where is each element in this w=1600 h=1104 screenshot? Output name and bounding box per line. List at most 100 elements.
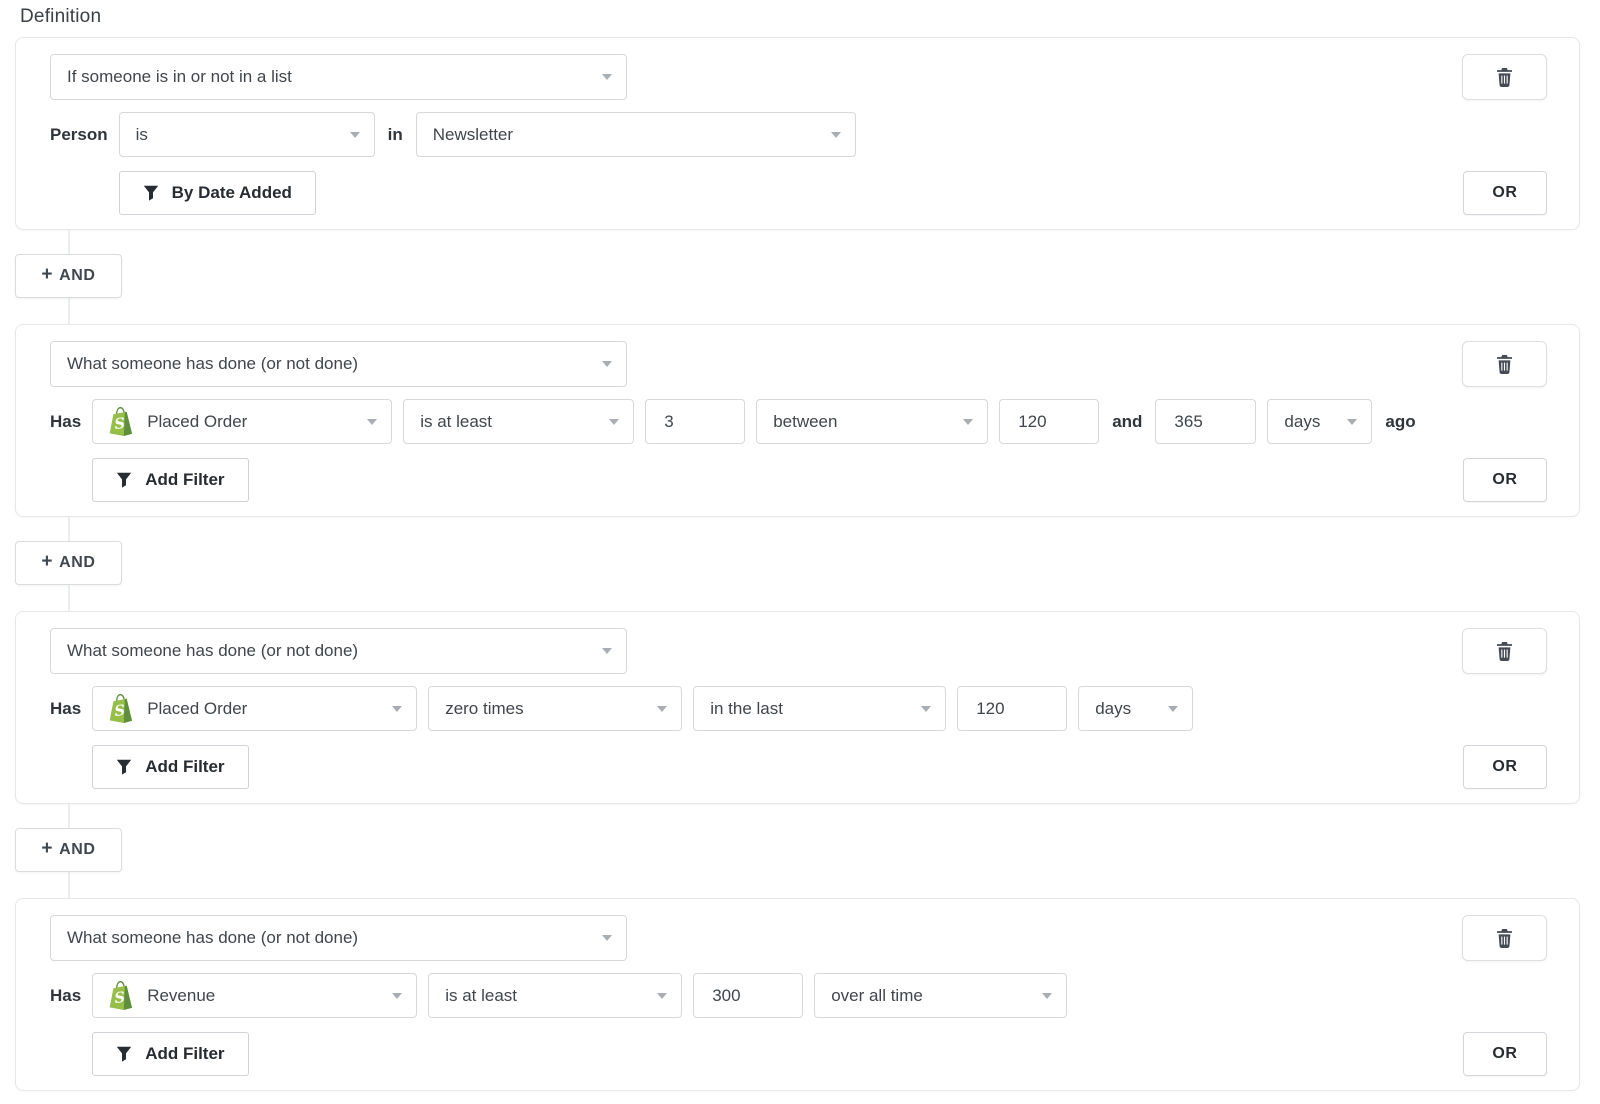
- metric-select-value: Placed Order: [147, 412, 247, 432]
- time-units-select[interactable]: days: [1267, 399, 1372, 444]
- list-select[interactable]: Newsletter: [416, 112, 856, 157]
- filter-button-label: Add Filter: [145, 757, 224, 777]
- timeframe-operator-select[interactable]: between: [756, 399, 988, 444]
- or-button[interactable]: OR: [1463, 745, 1547, 789]
- shopify-icon: S: [109, 407, 133, 436]
- condition-list: If someone is in or not in a list Person…: [15, 37, 1580, 1091]
- delete-condition-button[interactable]: [1462, 628, 1547, 674]
- plus-icon: +: [41, 838, 53, 860]
- condition-type-select-value: What someone has done (or not done): [67, 928, 358, 948]
- condition-type-select[interactable]: What someone has done (or not done): [50, 341, 627, 387]
- timeframe-end-input[interactable]: [1155, 399, 1256, 444]
- timeframe-input[interactable]: [957, 686, 1067, 731]
- condition-card: What someone has done (or not done) Has …: [15, 898, 1580, 1091]
- card-bottom-row: Add Filter OR: [92, 1032, 1547, 1076]
- timeframe-operator-select[interactable]: in the last: [693, 686, 946, 731]
- add-and-button[interactable]: +AND: [15, 254, 122, 298]
- or-button[interactable]: OR: [1463, 1032, 1547, 1076]
- svg-text:S: S: [114, 702, 126, 720]
- add-and-button[interactable]: + AND: [15, 541, 122, 585]
- timeframe-select[interactable]: over all time: [814, 973, 1067, 1018]
- by-date-added-button[interactable]: By Date Added: [119, 171, 316, 215]
- quantity-operator-select[interactable]: is at least: [403, 399, 634, 444]
- or-button[interactable]: OR: [1463, 458, 1547, 502]
- metric-select[interactable]: S Revenue: [92, 973, 417, 1018]
- metric-select[interactable]: S Placed Order: [92, 399, 392, 444]
- quantity-input[interactable]: [645, 399, 745, 444]
- chevron-down-icon: [602, 648, 612, 654]
- chevron-down-icon: [657, 706, 667, 712]
- quantity-operator-select[interactable]: is at least: [428, 973, 682, 1018]
- add-filter-button[interactable]: Add Filter: [92, 1032, 248, 1076]
- condition-type-select[interactable]: If someone is in or not in a list: [50, 54, 627, 100]
- add-filter-button[interactable]: Add Filter: [92, 458, 248, 502]
- condition-card: If someone is in or not in a list Person…: [15, 37, 1580, 230]
- chevron-down-icon: [831, 132, 841, 138]
- card-top-row: What someone has done (or not done): [50, 628, 1547, 674]
- and-button-label: AND: [59, 267, 95, 285]
- card-top-row: What someone has done (or not done): [50, 341, 1547, 387]
- filter-button-label: By Date Added: [172, 183, 292, 203]
- filter-icon: [116, 472, 132, 489]
- chevron-down-icon: [602, 361, 612, 367]
- filter-icon: [116, 1046, 132, 1063]
- timeframe-operator-select-value: between: [773, 412, 837, 432]
- time-units-select-value: days: [1095, 699, 1131, 719]
- and-button-label: AND: [59, 554, 95, 572]
- metric-select[interactable]: S Placed Order: [92, 686, 417, 731]
- chevron-down-icon: [1347, 419, 1357, 425]
- trash-icon: [1496, 68, 1513, 87]
- condition-prefix-label: Has: [50, 699, 81, 719]
- chevron-down-icon: [350, 132, 360, 138]
- trash-icon: [1496, 355, 1513, 374]
- add-filter-button[interactable]: Add Filter: [92, 745, 248, 789]
- value-input[interactable]: [693, 973, 803, 1018]
- delete-condition-button[interactable]: [1462, 54, 1547, 100]
- and-button-label: AND: [59, 841, 95, 859]
- delete-condition-button[interactable]: [1462, 915, 1547, 961]
- list-select-value: Newsletter: [433, 125, 513, 145]
- timeframe-select-value: over all time: [831, 986, 923, 1006]
- person-operator-select[interactable]: is: [119, 112, 375, 157]
- chevron-down-icon: [921, 706, 931, 712]
- chevron-down-icon: [392, 706, 402, 712]
- frequency-select-value: zero times: [445, 699, 523, 719]
- or-button[interactable]: OR: [1463, 171, 1547, 215]
- condition-prefix-label: Has: [50, 412, 81, 432]
- and-separator: + AND: [15, 517, 1580, 611]
- condition-fields: S Revenueis at leastover all time: [92, 973, 1547, 1018]
- time-units-select[interactable]: days: [1078, 686, 1193, 731]
- condition-type-select-value: What someone has done (or not done): [67, 354, 358, 374]
- svg-text:S: S: [114, 415, 126, 433]
- condition-type-select-value: If someone is in or not in a list: [67, 67, 292, 87]
- condition-prefix-label: Person: [50, 125, 108, 145]
- timeframe-start-input[interactable]: [999, 399, 1099, 444]
- chevron-down-icon: [657, 993, 667, 999]
- chevron-down-icon: [963, 419, 973, 425]
- card-body: Has S Placed Orderis at leastbetweenandd…: [50, 399, 1547, 502]
- card-bottom-row: Add Filter OR: [92, 745, 1547, 789]
- condition-type-select[interactable]: What someone has done (or not done): [50, 915, 627, 961]
- condition-fields: S Placed Order zero times in the last days: [92, 686, 1547, 731]
- plus-icon: +: [41, 551, 53, 573]
- timeframe-operator-select-value: in the last: [710, 699, 783, 719]
- segment-definition-builder: Definition If someone is in or not in a …: [15, 6, 1580, 1091]
- trash-icon: [1496, 929, 1513, 948]
- in-label: in: [386, 125, 405, 145]
- card-body: Has S Revenueis at leastover all time Ad…: [50, 973, 1547, 1076]
- condition-card: What someone has done (or not done) Has …: [15, 324, 1580, 517]
- chevron-down-icon: [392, 993, 402, 999]
- chevron-down-icon: [609, 419, 619, 425]
- card-bottom-row: Add Filter OR: [92, 458, 1547, 502]
- quantity-operator-select-value: is at least: [420, 412, 492, 432]
- chevron-down-icon: [1168, 706, 1178, 712]
- frequency-select[interactable]: zero times: [428, 686, 682, 731]
- condition-fields: S Placed Orderis at leastbetweenanddaysa…: [92, 399, 1547, 444]
- condition-type-select[interactable]: What someone has done (or not done): [50, 628, 627, 674]
- shopify-icon: S: [109, 981, 133, 1010]
- add-and-button[interactable]: + AND: [15, 828, 122, 872]
- filter-icon: [116, 759, 132, 776]
- condition-card: What someone has done (or not done) Has …: [15, 611, 1580, 804]
- metric-select-value: Revenue: [147, 986, 215, 1006]
- delete-condition-button[interactable]: [1462, 341, 1547, 387]
